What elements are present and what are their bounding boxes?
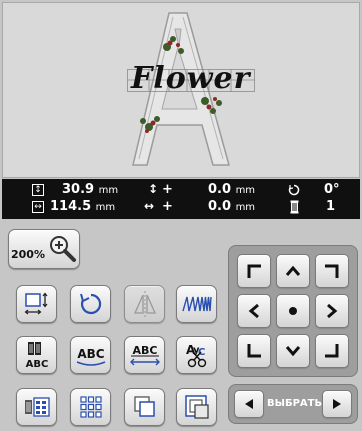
move-up-right-button[interactable] bbox=[315, 254, 349, 288]
horizontal-offset-icon: ↔ bbox=[144, 199, 155, 213]
move-up-left-button[interactable] bbox=[237, 254, 271, 288]
svg-text:ABC: ABC bbox=[132, 344, 157, 357]
vertical-offset-unit: mm bbox=[235, 185, 256, 196]
density-icon bbox=[181, 296, 212, 312]
size-icon bbox=[24, 292, 47, 315]
density-button[interactable] bbox=[176, 285, 217, 323]
array-button[interactable] bbox=[70, 388, 111, 426]
horizontal-offset-sign: + bbox=[162, 199, 173, 214]
move-right-icon bbox=[327, 303, 338, 319]
border-icon bbox=[184, 395, 209, 419]
select-bar: ВЫБРАТЬ bbox=[228, 384, 358, 424]
vertical-offset-icon: ↕ bbox=[148, 182, 159, 196]
center-icon bbox=[289, 307, 297, 315]
select-label: ВЫБРАТЬ bbox=[267, 398, 323, 409]
thread-color-icon: ABC bbox=[25, 342, 48, 370]
height-value: 30.9 bbox=[62, 182, 95, 197]
move-down-icon bbox=[285, 346, 301, 357]
move-up-left-icon bbox=[247, 264, 261, 278]
border-button[interactable] bbox=[176, 388, 217, 426]
letter-spacing-icon: ABC bbox=[129, 344, 160, 366]
split-text-icon: A C y bbox=[186, 343, 206, 368]
select-next-button[interactable] bbox=[322, 390, 352, 418]
move-pad bbox=[228, 245, 358, 377]
width-unit: mm bbox=[95, 202, 116, 213]
embroidery-edit-screen: Flower ↕ 30.9 mm ↔ 114.5 mm ↕ + 0.0 mm ↔… bbox=[0, 0, 362, 431]
arc-text-button[interactable]: ABC bbox=[70, 336, 111, 374]
embroidery-text: Flower bbox=[131, 61, 251, 96]
vertical-offset-sign: + bbox=[162, 182, 173, 197]
triangle-right-icon bbox=[333, 399, 341, 409]
size-button[interactable] bbox=[16, 285, 57, 323]
thread-color-button[interactable]: ABC bbox=[16, 336, 57, 374]
triangle-left-icon bbox=[245, 399, 253, 409]
select-previous-button[interactable] bbox=[234, 390, 264, 418]
horizontal-offset-unit: mm bbox=[235, 202, 256, 213]
height-icon: ↕ bbox=[32, 184, 44, 196]
move-down-left-icon bbox=[247, 344, 261, 358]
svg-text:ABC: ABC bbox=[25, 359, 48, 370]
move-up-icon bbox=[285, 265, 301, 276]
move-down-button[interactable] bbox=[276, 334, 310, 368]
rotate-icon bbox=[79, 293, 101, 315]
zoom-button[interactable]: 200% bbox=[8, 229, 80, 269]
move-down-left-button[interactable] bbox=[237, 334, 271, 368]
move-down-right-button[interactable] bbox=[315, 334, 349, 368]
move-up-button[interactable] bbox=[276, 254, 310, 288]
svg-text:ABC: ABC bbox=[77, 347, 104, 361]
status-bar: ↕ 30.9 mm ↔ 114.5 mm ↕ + 0.0 mm ↔ + 0.0 … bbox=[2, 179, 360, 219]
mirror-button[interactable] bbox=[124, 285, 165, 323]
zoom-label: 200% bbox=[11, 247, 45, 261]
arc-text-icon: ABC bbox=[76, 347, 105, 366]
rotation-icon bbox=[288, 184, 300, 196]
pattern-preview: Flower bbox=[2, 2, 360, 178]
outline-icon bbox=[133, 396, 155, 417]
mirror-icon bbox=[133, 291, 156, 317]
thread-count-value: 1 bbox=[326, 199, 336, 214]
rotate-button[interactable] bbox=[70, 285, 111, 323]
horizontal-offset-readout: 0.0 mm bbox=[208, 199, 255, 214]
width-value: 114.5 bbox=[50, 199, 92, 214]
vertical-offset-value: 0.0 bbox=[208, 182, 232, 197]
rotation-value: 0° bbox=[324, 182, 340, 197]
move-down-right-icon bbox=[325, 344, 339, 358]
color-sort-button[interactable] bbox=[16, 388, 57, 426]
center-button[interactable] bbox=[276, 294, 310, 328]
magnifier-plus-icon bbox=[49, 236, 76, 262]
horizontal-offset-value: 0.0 bbox=[208, 199, 232, 214]
array-icon bbox=[79, 396, 102, 418]
move-up-right-icon bbox=[325, 264, 339, 278]
width-readout: 114.5 mm bbox=[50, 199, 115, 214]
move-right-button[interactable] bbox=[315, 294, 349, 328]
color-sort-icon bbox=[24, 397, 50, 417]
width-icon: ↔ bbox=[32, 201, 44, 213]
move-left-button[interactable] bbox=[237, 294, 271, 328]
height-unit: mm bbox=[98, 185, 119, 196]
move-left-icon bbox=[248, 303, 259, 319]
height-readout: 30.9 mm bbox=[62, 182, 118, 197]
thread-spool-icon bbox=[290, 200, 299, 214]
split-text-button[interactable]: A C y bbox=[176, 336, 217, 374]
outline-button[interactable] bbox=[124, 388, 165, 426]
vertical-offset-readout: 0.0 mm bbox=[208, 182, 255, 197]
letter-spacing-button[interactable]: ABC bbox=[124, 336, 165, 374]
